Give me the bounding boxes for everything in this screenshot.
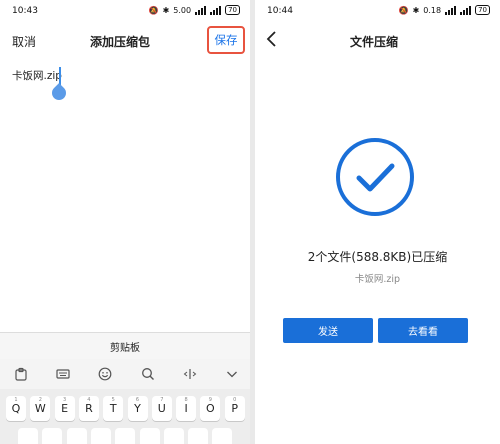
key-row2[interactable]	[188, 428, 209, 444]
key-w[interactable]: 2W	[30, 396, 51, 421]
key-o[interactable]: 9O	[200, 396, 221, 421]
key-t[interactable]: 5T	[103, 396, 124, 421]
page-title: 文件压缩	[350, 35, 399, 49]
key-number-hint: 2	[38, 397, 42, 403]
key-row2[interactable]	[42, 428, 63, 444]
left-screen: 10:43 🔕 ✱ 5.00 70 取消 添加压缩包 保存 卡饭网.zip 剪贴…	[0, 0, 250, 444]
key-number-hint: 3	[63, 397, 67, 403]
battery-icon: 70	[225, 5, 240, 15]
network-speed: 0.18	[423, 5, 442, 15]
cursor-handle[interactable]	[49, 83, 69, 103]
right-screen: 10:44 🔕 ✱ 0.18 70 文件压缩 2个文件(588.8KB)已压缩 …	[255, 0, 500, 444]
signal-icon	[445, 5, 457, 15]
keyboard-toolbar	[0, 359, 250, 389]
emoji-icon[interactable]	[98, 367, 112, 381]
send-button[interactable]: 发送	[283, 318, 373, 343]
clipboard-label: 剪贴板	[110, 342, 140, 354]
key-i[interactable]: 8I	[176, 396, 197, 421]
key-label: W	[34, 402, 46, 415]
key-label: U	[157, 402, 166, 415]
key-label: Y	[134, 402, 141, 415]
key-row2[interactable]	[90, 428, 111, 444]
key-number-hint: 1	[14, 397, 18, 403]
key-label: Q	[11, 402, 21, 415]
key-label: O	[206, 402, 215, 415]
key-row2[interactable]	[139, 428, 160, 444]
network-speed: 5.00	[173, 5, 192, 15]
bluetooth-icon: ✱	[412, 5, 420, 15]
mute-icon: 🔕	[148, 5, 159, 15]
cancel-button[interactable]: 取消	[12, 33, 36, 50]
key-u[interactable]: 7U	[151, 396, 172, 421]
key-row2[interactable]	[66, 428, 87, 444]
keyboard-icon[interactable]	[56, 367, 70, 381]
key-label: I	[184, 402, 188, 415]
back-arrow-icon[interactable]	[263, 30, 281, 48]
save-button[interactable]: 保存	[207, 26, 245, 54]
key-number-hint: 0	[233, 397, 237, 403]
key-p[interactable]: 0P	[224, 396, 245, 421]
battery-icon: 70	[475, 5, 490, 15]
status-bar: 10:43 🔕 ✱ 5.00 70	[0, 0, 250, 24]
key-number-hint: 4	[87, 397, 91, 403]
search-icon[interactable]	[141, 367, 155, 381]
mute-icon: 🔕	[398, 5, 409, 15]
collapse-icon[interactable]	[225, 367, 239, 381]
signal-icon	[210, 5, 222, 15]
key-row2[interactable]	[115, 428, 136, 444]
cursor-move-icon[interactable]	[183, 367, 197, 381]
key-row2[interactable]	[163, 428, 184, 444]
bluetooth-icon: ✱	[162, 5, 170, 15]
status-time: 10:44	[267, 6, 293, 16]
filename-input[interactable]: 卡饭网.zip	[12, 68, 62, 83]
key-row2[interactable]	[18, 428, 38, 444]
result-filename: 卡饭网.zip	[354, 274, 401, 285]
status-bar: 10:44 🔕 ✱ 0.18 70	[255, 0, 500, 24]
key-number-hint: 8	[184, 397, 188, 403]
view-button[interactable]: 去看看	[378, 318, 468, 343]
key-number-hint: 7	[160, 397, 164, 403]
key-label: E	[61, 402, 69, 415]
clipboard-bar[interactable]: 剪贴板	[0, 332, 250, 360]
key-r[interactable]: 4R	[78, 396, 99, 421]
signal-icon	[460, 5, 472, 15]
keyboard: 1Q2W3E4R5T6Y7U8I9O0P	[0, 389, 250, 444]
page-title: 添加压缩包	[90, 35, 151, 49]
clipboard-icon[interactable]	[14, 367, 28, 381]
key-number-hint: 9	[208, 397, 212, 403]
key-number-hint: 6	[135, 397, 140, 403]
status-time: 10:43	[12, 6, 38, 16]
signal-icon	[195, 5, 207, 15]
key-label: T	[109, 402, 117, 415]
key-e[interactable]: 3E	[54, 396, 75, 421]
key-row2[interactable]	[212, 428, 233, 444]
key-number-hint: 5	[111, 397, 115, 403]
key-label: R	[85, 402, 93, 415]
key-q[interactable]: 1Q	[6, 396, 26, 421]
success-check-icon	[335, 137, 415, 217]
compress-result-text: 2个文件(588.8KB)已压缩	[307, 250, 448, 264]
key-y[interactable]: 6Y	[127, 396, 148, 421]
key-label: P	[231, 402, 238, 415]
